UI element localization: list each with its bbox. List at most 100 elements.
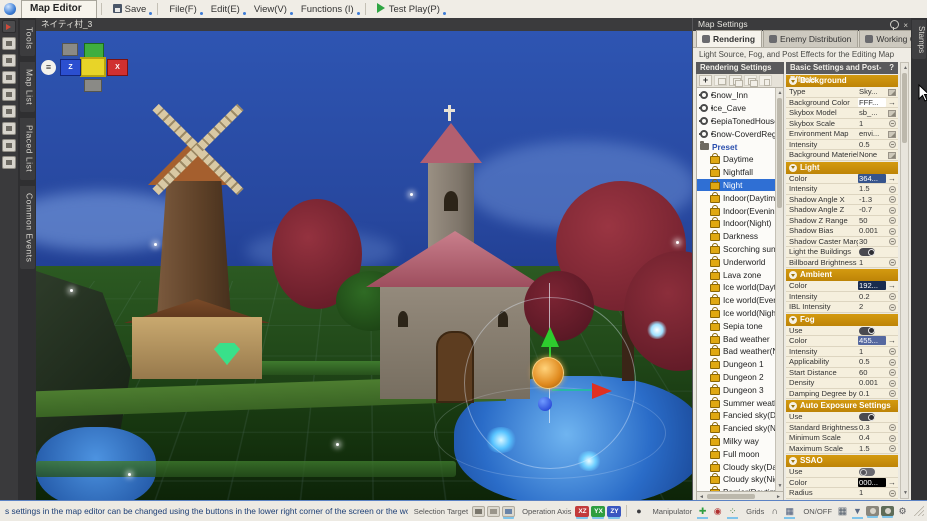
list-item[interactable]: Milky way (697, 434, 775, 448)
pin-icon[interactable] (890, 20, 900, 30)
property-control[interactable] (886, 423, 898, 432)
stamp-tool-icon[interactable] (2, 37, 16, 50)
toggle-cell[interactable] (858, 247, 886, 257)
color-picker-arrow-icon[interactable]: → (888, 174, 896, 183)
property-value[interactable]: 455... (858, 336, 886, 346)
list-item[interactable]: Summer weath (697, 396, 775, 409)
dropdown-icon[interactable] (888, 151, 896, 159)
preview-tool-icon[interactable] (2, 122, 16, 135)
dial-icon[interactable] (888, 424, 896, 432)
list-item[interactable]: Daytime (697, 153, 775, 166)
property-control[interactable] (886, 444, 898, 453)
property-control[interactable] (886, 119, 898, 128)
dial-icon[interactable] (888, 227, 896, 235)
property-control[interactable]: → (886, 478, 898, 487)
axis-cube-center[interactable] (80, 57, 106, 77)
property-value[interactable]: 1 (858, 119, 886, 128)
dial-icon[interactable] (888, 120, 896, 128)
list-item[interactable]: SepiaTonedHouse (697, 115, 775, 128)
property-value[interactable]: 0.5 (858, 357, 886, 366)
copy-tool-icon[interactable] (2, 71, 16, 84)
toggle-switch-on[interactable] (859, 248, 875, 257)
dial-icon[interactable] (888, 185, 896, 193)
axis-cube-corner[interactable] (62, 43, 78, 56)
property-control[interactable] (886, 150, 898, 159)
toggle-cell[interactable] (858, 412, 886, 422)
monitor-tool-icon[interactable] (2, 105, 16, 118)
tab-enemy-distribution[interactable]: Enemy Distribution (763, 30, 859, 47)
property-value[interactable]: 50 (858, 216, 886, 225)
scale-manipulator-icon[interactable]: ⁘ (726, 506, 739, 517)
property-control[interactable] (886, 488, 898, 497)
add-folder-button[interactable] (714, 75, 727, 86)
property-control[interactable] (886, 368, 898, 377)
menu-item-functionsi[interactable]: Functions (I) (294, 3, 361, 16)
property-value[interactable]: envi... (858, 129, 886, 138)
list-vertical-scrollbar[interactable]: ▲ ▼ (775, 88, 783, 491)
light-funnel-icon[interactable]: ▼ (851, 506, 864, 517)
dial-icon[interactable] (888, 445, 896, 453)
property-value[interactable]: 0.001 (858, 226, 886, 235)
list-item[interactable]: Snow-CoverdRegion (697, 127, 775, 140)
save-tool-icon[interactable] (2, 54, 16, 67)
list-item[interactable]: Night (697, 178, 775, 192)
property-value[interactable]: FFF... (858, 97, 886, 107)
list-item[interactable]: Cloudy sky(Day (697, 460, 775, 473)
list-item[interactable]: Preset (697, 140, 775, 153)
property-control[interactable] (886, 357, 898, 366)
move-manipulator-icon[interactable]: ✚ (696, 506, 709, 517)
property-control[interactable] (886, 237, 898, 246)
export-setting-button[interactable] (729, 75, 743, 87)
property-control[interactable] (886, 195, 898, 204)
list-item[interactable]: Ice world(Eveni (697, 294, 775, 307)
property-control[interactable] (886, 378, 898, 387)
dial-icon[interactable] (888, 390, 896, 398)
list-item[interactable]: Fancied sky(Da (697, 409, 775, 422)
section-header-background[interactable]: Background (786, 75, 898, 87)
tab-stamps[interactable]: Stamps (912, 20, 926, 60)
property-value[interactable]: 1.5 (858, 184, 886, 193)
operation-axis-yx-button[interactable]: YX (591, 505, 606, 517)
property-control[interactable] (886, 292, 898, 301)
color-picker-arrow-icon[interactable]: → (888, 336, 896, 345)
property-value[interactable]: 000... (858, 477, 886, 487)
operation-axis-zy-button[interactable]: ZY (607, 505, 622, 517)
map-viewport-canvas[interactable]: ≡ Z X (36, 31, 692, 500)
property-value[interactable]: -1.3 (858, 195, 886, 204)
list-item[interactable]: Darkness (697, 230, 775, 243)
property-control[interactable]: → (886, 281, 898, 290)
list-item[interactable]: Indoor(Daytime (697, 191, 775, 204)
add-setting-button[interactable]: + (699, 75, 712, 86)
property-control[interactable] (886, 129, 898, 138)
property-value[interactable]: 60 (858, 368, 886, 377)
selection-target-terrain-icon[interactable] (472, 505, 486, 517)
rotate-manipulator-icon[interactable]: ◉ (711, 506, 724, 517)
section-header-fog[interactable]: Fog (786, 313, 898, 326)
collapse-panel-icon[interactable] (2, 20, 16, 33)
property-value[interactable]: 1 (858, 488, 886, 497)
property-control[interactable] (886, 389, 898, 398)
sidebar-tab-tools[interactable]: Tools (19, 20, 35, 57)
section-header-auto-exposure-settings[interactable]: Auto Exposure Settings (786, 400, 898, 412)
list-item[interactable]: Dungeon 1 (697, 358, 775, 371)
section-header-light[interactable]: Light (786, 161, 898, 174)
list-item[interactable]: Ice world(Dayti (697, 281, 775, 294)
property-value[interactable]: 1 (858, 347, 886, 356)
property-control[interactable] (886, 347, 898, 356)
list-item[interactable]: Ice world(Night (697, 306, 775, 320)
dial-icon[interactable] (888, 196, 896, 204)
property-value[interactable]: 0.3 (858, 423, 886, 432)
property-control[interactable] (886, 140, 898, 149)
list-item[interactable]: Scorching sun (697, 242, 775, 256)
resize-grip[interactable] (914, 506, 924, 516)
list-item[interactable]: Cloudy sky(Nigh (697, 473, 775, 486)
toggle-switch-on[interactable] (859, 413, 875, 422)
light-source-handle[interactable] (532, 357, 564, 389)
property-value[interactable]: -0.7 (858, 205, 886, 214)
sidebar-tab-map-list[interactable]: Map List (19, 62, 35, 113)
snap-tool-icon[interactable] (2, 88, 16, 101)
property-control[interactable] (886, 108, 898, 117)
list-item[interactable]: Full moon (697, 447, 775, 460)
menu-item-viewv[interactable]: View(V) (247, 3, 294, 16)
property-control[interactable] (886, 216, 898, 225)
